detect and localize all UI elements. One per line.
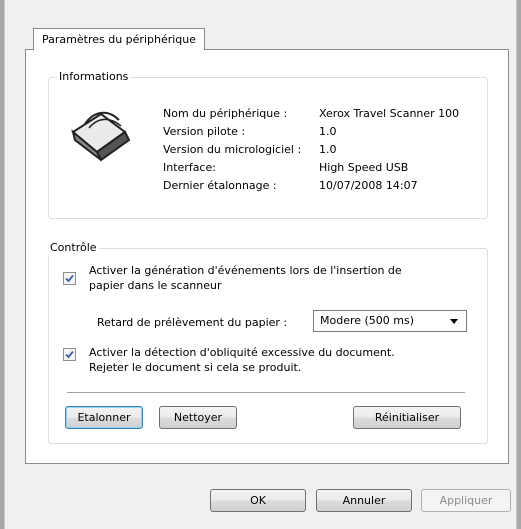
info-label-last-calibration: Dernier étalonnage : [163, 179, 277, 192]
check-icon [65, 350, 74, 359]
paper-delay-select[interactable]: Modere (500 ms) [313, 310, 467, 332]
skew-detection-label-line1: Activer la détection d'obliquité excessi… [89, 346, 395, 359]
chevron-down-icon [450, 319, 458, 324]
information-group: Informations Nom du périphérique : Xerox… [48, 70, 488, 219]
event-generation-checkbox[interactable] [63, 272, 76, 285]
info-value-firmware-version: 1.0 [319, 143, 337, 156]
info-value-device-name: Xerox Travel Scanner 100 [319, 107, 460, 120]
ok-button[interactable]: OK [210, 489, 306, 512]
check-icon [65, 274, 74, 283]
skew-detection-checkbox[interactable] [63, 348, 76, 361]
control-separator [67, 392, 465, 393]
information-group-title: Informations [57, 70, 131, 84]
skew-detection-label-line2: Rejeter le document si cela se produit. [89, 361, 302, 374]
cancel-button[interactable]: Annuler [316, 489, 412, 512]
info-value-interface: High Speed USB [319, 161, 409, 174]
reset-button[interactable]: Réinitialiser [353, 406, 461, 429]
event-generation-label-line1: Activer la génération d'événements lors … [89, 264, 402, 277]
device-settings-dialog: Paramètres du périphérique Informations … [4, 0, 517, 529]
paper-delay-label: Retard de prélèvement du papier : [97, 316, 288, 329]
event-generation-label-line2: papier dans le scanneur [89, 279, 222, 292]
paper-delay-value: Modere (500 ms) [320, 314, 415, 327]
info-label-firmware-version: Version du micrologiciel : [163, 143, 302, 156]
info-label-interface: Interface: [163, 161, 216, 174]
info-label-driver-version: Version pilote : [163, 125, 246, 138]
apply-button[interactable]: Appliquer [421, 489, 511, 512]
clean-button[interactable]: Nettoyer [159, 406, 237, 429]
control-group: Contrôle Activer la génération d'événeme… [48, 241, 488, 444]
scanner-icon [71, 111, 131, 162]
info-value-last-calibration: 10/07/2008 14:07 [319, 179, 418, 192]
calibrate-button[interactable]: Etalonner [65, 406, 143, 429]
tab-panel: Informations Nom du périphérique : Xerox… [25, 49, 509, 464]
tab-device-settings[interactable]: Paramètres du périphérique [33, 28, 206, 50]
control-group-title: Contrôle [48, 241, 99, 255]
info-value-driver-version: 1.0 [319, 125, 337, 138]
info-label-device-name: Nom du périphérique : [163, 107, 288, 120]
